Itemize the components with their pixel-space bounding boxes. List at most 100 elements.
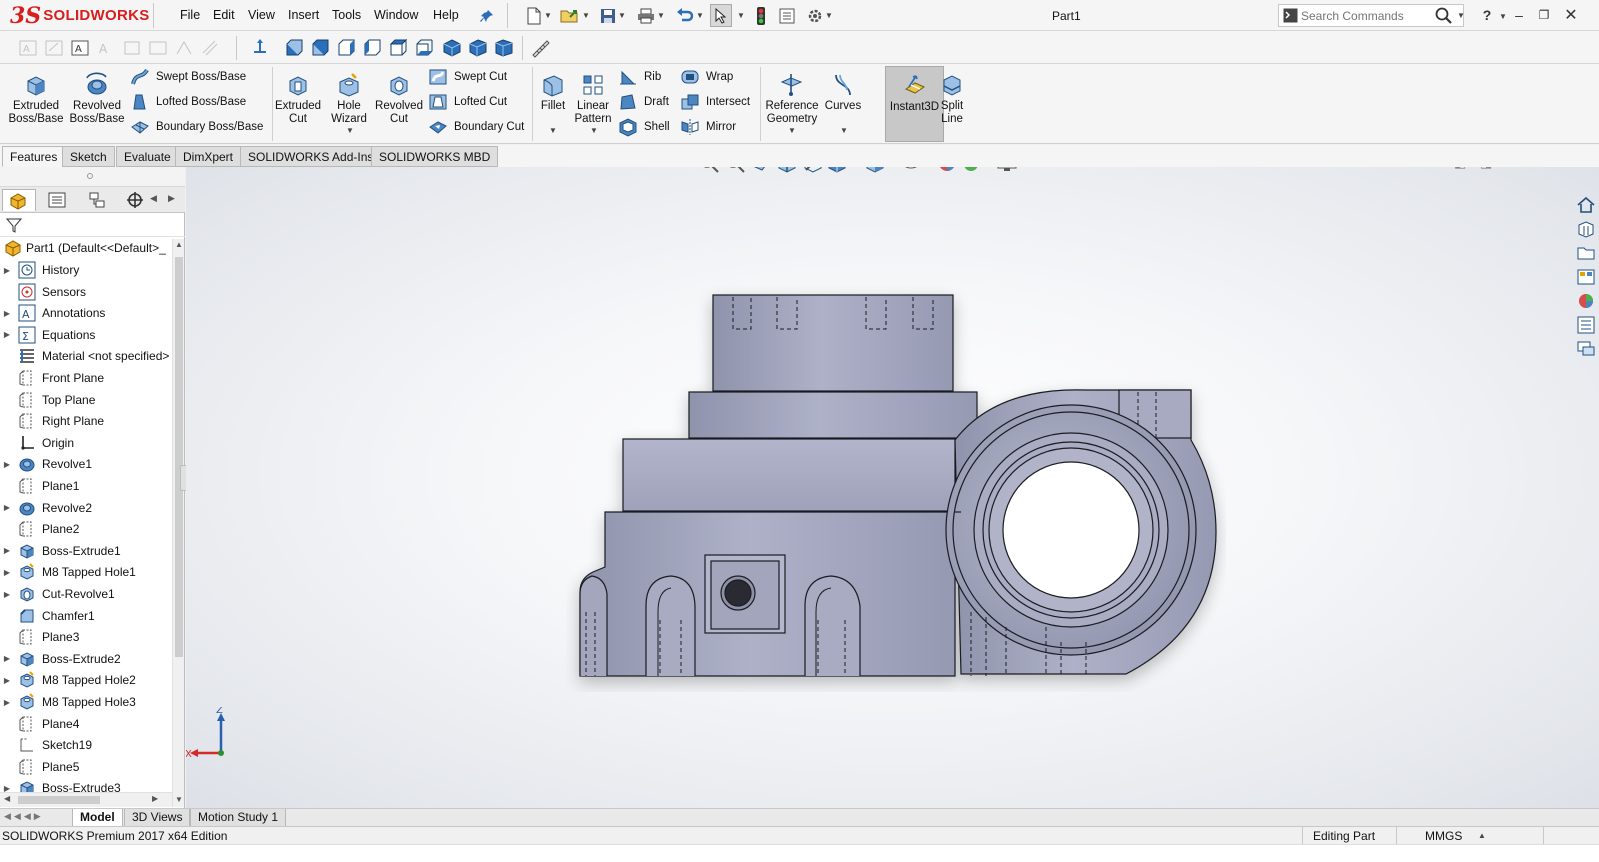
tree-item[interactable]: Sensors [0,281,172,303]
solidworks-resources-home-icon[interactable] [1576,195,1596,215]
dynamic-annotation-view-icon[interactable] [802,167,824,174]
tree-item[interactable]: Origin [0,432,172,454]
edit-appearance-icon[interactable] [936,167,958,174]
solidworks-logo[interactable]: 3S SOLIDWORKS [10,2,152,29]
filter-icon[interactable] [6,217,22,233]
hole-wizard-dropdown-icon[interactable]: ▼ [346,126,354,135]
swept-cut-button[interactable]: Swept Cut [428,66,507,88]
expand-arrow-icon[interactable]: ▶ [0,460,14,469]
isometric-view-icon[interactable] [442,38,462,58]
select-dropdown-icon[interactable]: ▼ [737,11,745,20]
expand-arrow-icon[interactable]: ▶ [0,503,14,512]
front-view-icon[interactable] [284,38,304,58]
panel-drag-handle[interactable] [0,167,185,187]
tree-item[interactable]: ▶ Cut-Revolve1 [0,583,172,605]
split-line-button[interactable]: Split Line [932,68,972,126]
expand-arrow-icon[interactable]: ▶ [0,309,14,318]
tab-featuremanager-tree[interactable] [2,189,36,211]
shell-button[interactable]: Shell [618,116,670,138]
hide-show-items-icon[interactable] [900,167,922,174]
fillet-button[interactable]: Fillet [536,68,570,113]
lofted-cut-button[interactable]: Lofted Cut [428,91,507,113]
part-3d-model[interactable] [566,282,1226,692]
menu-insert[interactable]: Insert [288,8,319,22]
open-document-icon[interactable]: ▼ [557,4,593,27]
unit-system-selector[interactable]: MMGS [1425,829,1462,843]
previous-view-icon[interactable] [750,167,772,174]
lofted-boss-button[interactable]: Lofted Boss/Base [130,91,246,113]
help-icon[interactable]: ? [1476,6,1498,24]
revolved-boss-button[interactable]: Revolved Boss/Base [68,68,126,126]
tree-item[interactable]: Front Plane [0,367,172,389]
expand-arrow-icon[interactable]: ▶ [0,568,14,577]
fillet-dropdown-icon[interactable]: ▼ [549,126,557,135]
search-icon[interactable] [1435,7,1453,25]
scroll-up-icon[interactable]: ▲ [175,240,183,249]
tree-item[interactable]: ▶ Σ Equations [0,324,172,346]
swept-boss-button[interactable]: Swept Boss/Base [130,66,246,88]
tree-item[interactable]: ▶ M8 Tapped Hole2 [0,669,172,691]
tab-evaluate[interactable]: Evaluate [116,146,179,167]
tab-3d-views[interactable]: 3D Views [124,809,191,827]
expand-arrow-icon[interactable]: ▶ [0,330,14,339]
scroll-thumb[interactable] [18,796,100,804]
scroll-thumb[interactable] [175,257,183,657]
tab-property-manager[interactable] [40,189,74,211]
view-palette-icon[interactable] [1576,267,1596,287]
linear-pattern-dropdown-icon[interactable]: ▼ [590,126,598,135]
tree-item[interactable]: Chamfer1 [0,605,172,627]
tab-motion-study-1[interactable]: Motion Study 1 [190,809,287,827]
tab-solidworks-add-ins[interactable]: SOLIDWORKS Add-Ins [240,146,382,167]
trimetric-view-icon[interactable] [468,38,488,58]
note-icon[interactable]: A [70,38,90,58]
print-icon[interactable]: ▼ [633,4,669,27]
rebuild-traffic-light-icon[interactable] [752,4,770,27]
tab-dimxpert-manager[interactable] [118,189,152,211]
menu-window[interactable]: Window [374,8,418,22]
linear-pattern-button[interactable]: Linear Pattern [572,68,614,126]
options-gear-icon[interactable]: ▼ [802,4,838,27]
tabs-scroll-right-icon[interactable]: ▶ [168,193,175,204]
search-commands-box[interactable]: ▼ [1278,4,1465,27]
zoom-to-area-icon[interactable] [724,167,746,174]
tree-item[interactable]: Material <not specified> [0,345,172,367]
menu-tools[interactable]: Tools [332,8,361,22]
tree-filter-bar[interactable] [0,213,185,237]
expand-arrow-icon[interactable]: ▶ [0,266,14,275]
menu-view[interactable]: View [248,8,275,22]
tab-features[interactable]: Features [2,146,66,167]
tree-item[interactable]: Plane3 [0,626,172,648]
rib-button[interactable]: Rib [618,66,661,88]
scroll-left-icon[interactable]: ◀ [4,794,10,803]
design-library-icon[interactable] [1576,219,1596,239]
restore-window-icon[interactable]: ❐ [1533,6,1555,24]
undo-icon[interactable]: ▼ [672,4,708,27]
viewport-minimize-icon[interactable]: – [1506,167,1513,170]
tree-item[interactable]: Sketch19 [0,734,172,756]
reference-geometry-dropdown-icon[interactable]: ▼ [788,126,796,135]
tab-configuration-manager[interactable] [80,189,114,211]
tree-item[interactable]: ▶ Boss-Extrude1 [0,540,172,562]
left-view-icon[interactable] [336,38,356,58]
apply-scene-icon[interactable] [960,167,982,174]
bottom-view-icon[interactable] [414,38,434,58]
tab-sketch[interactable]: Sketch [62,146,115,167]
tree-root-part[interactable]: Part1 (Default<<Default>_ [0,237,172,259]
graphics-area[interactable]: ▼ ▼ ▼ ▼ ▼ ◧ ◨ – ❐ ✕ [186,167,1599,808]
scroll-down-icon[interactable]: ▼ [175,795,183,804]
menu-help[interactable]: Help [433,8,459,22]
view-settings-icon[interactable] [996,167,1018,174]
menu-edit[interactable]: Edit [213,8,235,22]
intersect-button[interactable]: Intersect [680,91,750,113]
unit-system-dropdown-icon[interactable]: ▲ [1478,831,1486,840]
viewport-close-icon[interactable]: ✕ [1556,167,1567,171]
measure-icon[interactable] [530,38,550,58]
expand-arrow-icon[interactable]: ▶ [0,590,14,599]
search-input[interactable] [1301,7,1431,24]
viewport-restore-icon[interactable]: ❐ [1530,167,1542,171]
tree-item[interactable]: Right Plane [0,410,172,432]
display-style-icon[interactable] [864,167,886,174]
expand-arrow-icon[interactable]: ▶ [0,546,14,555]
revolved-cut-button[interactable]: Revolved Cut [374,68,424,126]
tree-item[interactable]: ▶ Boss-Extrude2 [0,648,172,670]
